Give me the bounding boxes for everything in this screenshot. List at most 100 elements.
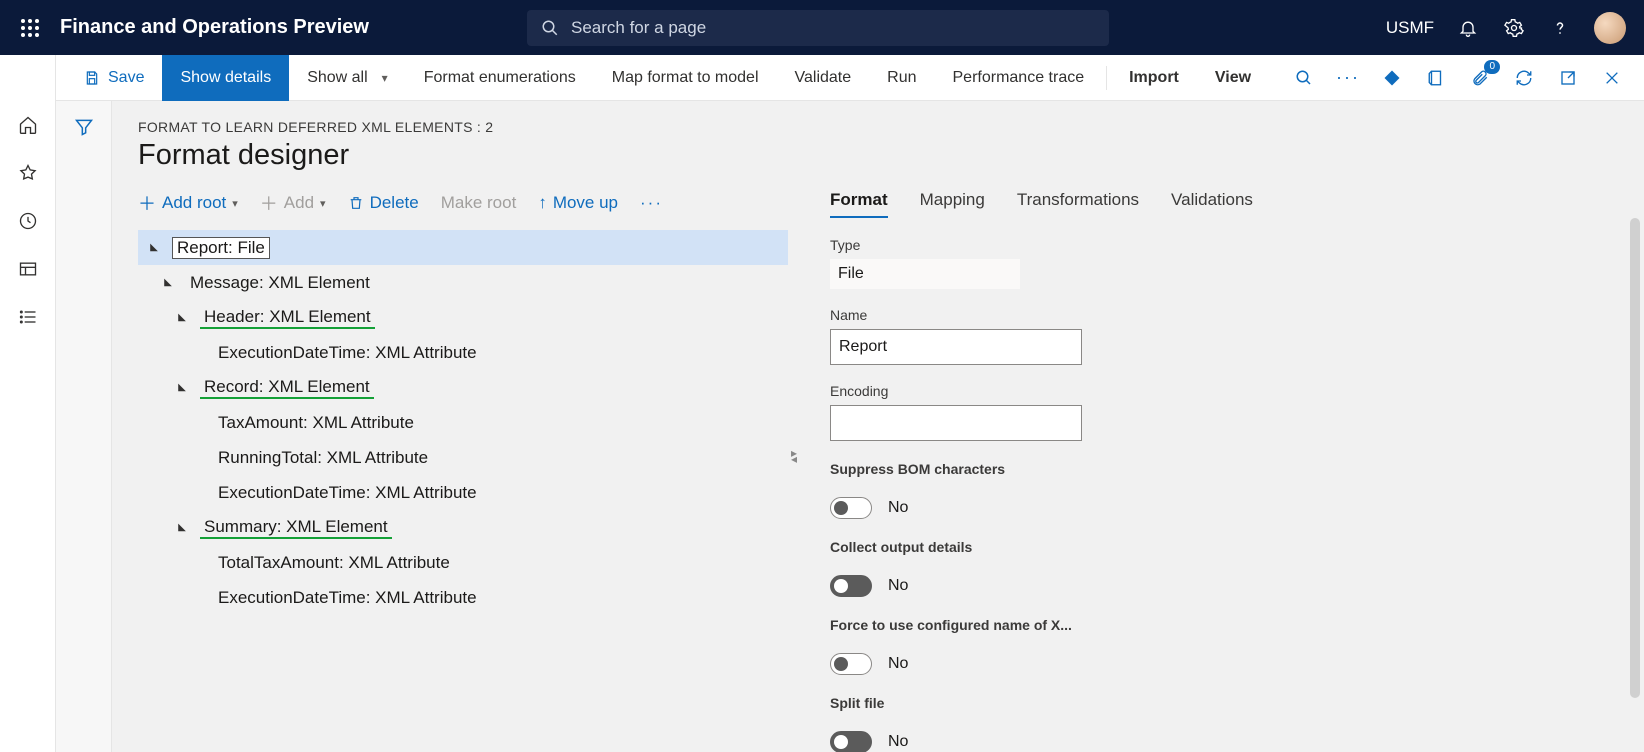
gear-icon (1504, 18, 1524, 38)
tree-row[interactable]: TotalTaxAmount: XML Attribute (138, 545, 788, 580)
tree-node-label: Message: XML Element (186, 273, 374, 293)
run-button[interactable]: Run (869, 55, 934, 101)
filter-button[interactable] (74, 117, 94, 752)
collect-output-label: Collect output details (830, 539, 1618, 555)
modules-button[interactable] (0, 293, 56, 341)
tab-transformations[interactable]: Transformations (1017, 190, 1139, 218)
caret-icon[interactable]: ◢ (172, 522, 192, 533)
office-button[interactable] (1424, 66, 1448, 90)
attachments-button[interactable]: 0 (1468, 66, 1492, 90)
page-title: Format designer (138, 139, 1618, 172)
popout-button[interactable] (1556, 66, 1580, 90)
plus-icon: ＋ (260, 190, 278, 216)
show-all-button[interactable]: Show all ▾ (289, 55, 406, 101)
collect-output-value: No (888, 577, 908, 595)
power-apps-button[interactable] (1380, 66, 1404, 90)
collect-output-toggle[interactable] (830, 575, 872, 597)
add-root-button[interactable]: ＋ Add root ▾ (138, 190, 238, 216)
tree-row[interactable]: ExecutionDateTime: XML Attribute (138, 475, 788, 510)
name-label: Name (830, 307, 1618, 323)
breadcrumb: FORMAT TO LEARN DEFERRED XML ELEMENTS : … (138, 119, 1618, 135)
tree-node-label: Summary: XML Element (200, 517, 392, 539)
tab-mapping[interactable]: Mapping (920, 190, 985, 218)
caret-icon[interactable]: ◢ (172, 382, 192, 393)
home-button[interactable] (0, 101, 56, 149)
notifications-button[interactable] (1456, 16, 1480, 40)
find-button[interactable] (1292, 66, 1316, 90)
global-search[interactable] (527, 10, 1109, 46)
help-button[interactable] (1548, 16, 1572, 40)
attachments-badge: 0 (1484, 60, 1500, 74)
tab-validations[interactable]: Validations (1171, 190, 1253, 218)
encoding-label: Encoding (830, 383, 1618, 399)
tree-node-label: Report: File (172, 237, 270, 259)
search-input[interactable] (571, 18, 1095, 38)
move-up-button[interactable]: ↑ Move up (538, 193, 618, 213)
add-button[interactable]: ＋ Add ▾ (260, 190, 326, 216)
format-enumerations-button[interactable]: Format enumerations (406, 55, 594, 101)
workspaces-button[interactable] (0, 245, 56, 293)
workspace-icon (18, 259, 38, 279)
save-label: Save (108, 69, 144, 87)
tree-row[interactable]: TaxAmount: XML Attribute (138, 405, 788, 440)
filter-column (56, 101, 112, 752)
performance-trace-button[interactable]: Performance trace (935, 55, 1103, 101)
tree-row[interactable]: ◢Header: XML Element (138, 300, 788, 335)
view-button[interactable]: View (1197, 55, 1269, 101)
suppress-bom-toggle[interactable] (830, 497, 872, 519)
clock-icon (18, 211, 38, 231)
make-root-button[interactable]: Make root (441, 193, 517, 213)
favorites-button[interactable] (0, 149, 56, 197)
overflow-button[interactable]: ··· (1336, 66, 1360, 90)
caret-icon[interactable]: ◢ (172, 312, 192, 323)
tree-node-label: Record: XML Element (200, 377, 374, 399)
settings-button[interactable] (1502, 16, 1526, 40)
caret-icon[interactable]: ◢ (144, 242, 164, 253)
force-name-label: Force to use configured name of X... (830, 617, 1618, 633)
tree-row[interactable]: ExecutionDateTime: XML Attribute (138, 335, 788, 370)
show-details-button[interactable]: Show details (162, 55, 289, 101)
company-picker[interactable]: USMF (1386, 18, 1434, 38)
caret-icon[interactable]: ◢ (158, 277, 178, 288)
tab-format[interactable]: Format (830, 190, 888, 218)
scrollbar[interactable] (1630, 218, 1640, 698)
search-icon (1295, 69, 1313, 87)
waffle-icon (21, 19, 39, 37)
map-format-to-model-button[interactable]: Map format to model (594, 55, 777, 101)
name-input[interactable] (830, 329, 1082, 365)
encoding-input[interactable] (830, 405, 1082, 441)
app-launcher-button[interactable] (10, 0, 50, 55)
delete-button[interactable]: Delete (348, 193, 419, 213)
tree-node-label: ExecutionDateTime: XML Attribute (214, 483, 481, 503)
refresh-icon (1515, 69, 1533, 87)
tree-node-label: TotalTaxAmount: XML Attribute (214, 553, 454, 573)
suppress-bom-value: No (888, 499, 908, 517)
tree-row[interactable]: ◢ Record: XML Element (138, 370, 788, 405)
home-icon (18, 115, 38, 135)
format-tree[interactable]: ◢ Report: File ◢ Message: XML Element ◢Heade… (138, 230, 788, 615)
tree-row[interactable]: RunningTotal: XML Attribute (138, 440, 788, 475)
user-avatar[interactable] (1594, 12, 1626, 44)
split-file-label: Split file (830, 695, 1618, 711)
validate-button[interactable]: Validate (777, 55, 870, 101)
separator (1106, 66, 1107, 90)
search-icon (541, 19, 559, 37)
recent-button[interactable] (0, 197, 56, 245)
splitter-handle[interactable]: ▸◂ (788, 190, 800, 752)
diamond-icon (1383, 69, 1401, 87)
document-icon (1427, 69, 1445, 87)
list-icon (18, 307, 38, 327)
tree-row[interactable]: ◢ Message: XML Element (138, 265, 788, 300)
chevron-down-icon: ▾ (382, 71, 388, 85)
close-button[interactable] (1600, 66, 1624, 90)
arrow-up-icon: ↑ (538, 193, 547, 213)
split-file-toggle[interactable] (830, 731, 872, 752)
tree-row[interactable]: ◢ Report: File (138, 230, 788, 265)
refresh-button[interactable] (1512, 66, 1536, 90)
tree-row[interactable]: ExecutionDateTime: XML Attribute (138, 580, 788, 615)
save-button[interactable]: Save (66, 55, 162, 101)
import-button[interactable]: Import (1111, 55, 1197, 101)
force-name-toggle[interactable] (830, 653, 872, 675)
tree-row[interactable]: ◢ Summary: XML Element (138, 510, 788, 545)
tree-overflow-button[interactable]: ··· (640, 193, 663, 213)
